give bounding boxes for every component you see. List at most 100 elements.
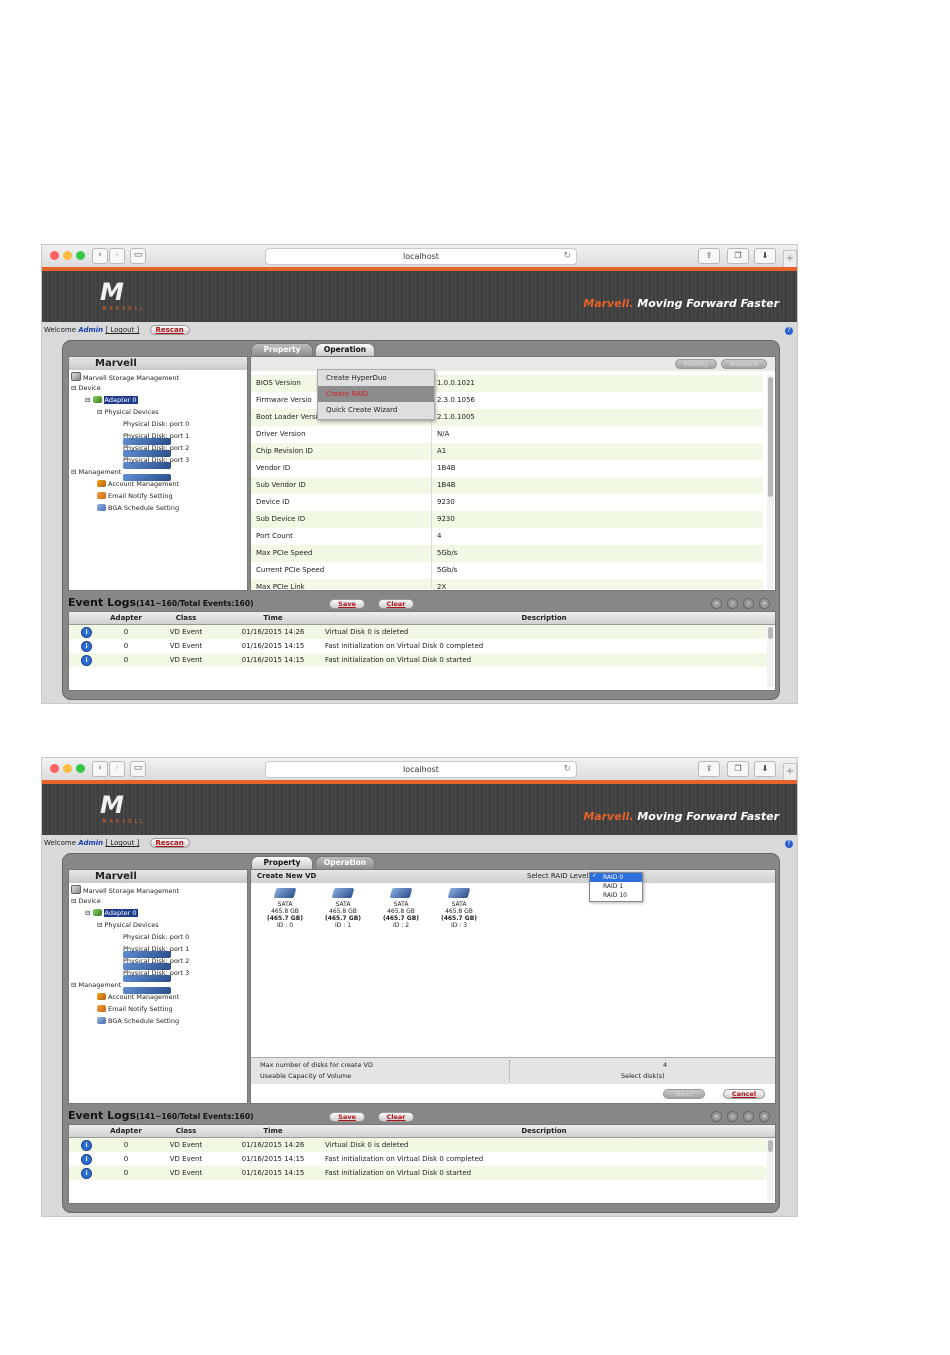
tree-disk-1[interactable]: Physical Disk: port 1 xyxy=(123,432,189,457)
tree-adapter[interactable]: ⊟ Adapter 0 xyxy=(85,396,138,404)
disk-tile-1[interactable]: SATA 465.8 GB (465.7 GB) ID : 1 xyxy=(319,888,367,929)
back-icon[interactable]: ‹ xyxy=(92,761,108,777)
share-icon[interactable]: ⇪ xyxy=(698,248,720,264)
next-page-icon[interactable]: › xyxy=(743,1111,754,1122)
reload-icon[interactable]: ↻ xyxy=(563,762,571,777)
property-scrollbar[interactable] xyxy=(767,375,774,589)
tree-bga[interactable]: BGA Schedule Setting xyxy=(97,1017,179,1025)
new-tab-icon[interactable]: + xyxy=(783,250,797,268)
tree-disk-0[interactable]: Physical Disk: port 0 xyxy=(123,933,189,958)
close-window-icon[interactable] xyxy=(50,251,59,260)
table-row[interactable]: i 0 VD Event 01/16/2015 14:15 Fast initializ… xyxy=(69,653,766,667)
tree-account[interactable]: Account Management xyxy=(97,480,179,488)
logout-link[interactable]: [ Logout ] xyxy=(105,326,139,334)
disk-tile-3[interactable]: SATA 465.8 GB (465.7 GB) ID : 3 xyxy=(435,888,483,929)
next-page-icon[interactable]: › xyxy=(743,598,754,609)
modify-button[interactable]: Modify xyxy=(675,359,717,369)
col-adapter[interactable]: Adapter xyxy=(107,612,145,624)
raid-level-dropdown[interactable]: RAID 0 RAID 1 RAID 10 xyxy=(589,872,643,902)
cancel-button[interactable]: Cancel xyxy=(723,1089,765,1099)
tree-device[interactable]: ⊟ Device xyxy=(71,897,101,905)
minimize-window-icon[interactable] xyxy=(63,251,72,260)
tree-disk-2[interactable]: Physical Disk: port 2 xyxy=(123,957,189,982)
save-button[interactable]: Save xyxy=(329,1112,365,1122)
zoom-window-icon[interactable] xyxy=(76,764,85,773)
close-window-icon[interactable] xyxy=(50,764,59,773)
rescan-button[interactable]: Rescan xyxy=(149,325,190,335)
tab-property[interactable]: Property xyxy=(251,856,313,870)
tree-adapter[interactable]: ⊟ Adapter 0 xyxy=(85,909,138,917)
col-class[interactable]: Class xyxy=(147,1125,225,1137)
tree-management[interactable]: ⊟ Management xyxy=(71,468,121,476)
prev-page-icon[interactable]: ‹ xyxy=(727,598,738,609)
zoom-window-icon[interactable] xyxy=(76,251,85,260)
back-icon[interactable]: ‹ xyxy=(92,248,108,264)
reload-icon[interactable]: ↻ xyxy=(563,249,571,264)
forward-icon[interactable]: › xyxy=(109,248,125,264)
raid-option-1[interactable]: RAID 1 xyxy=(590,882,642,891)
minimize-window-icon[interactable] xyxy=(63,764,72,773)
forward-icon[interactable]: › xyxy=(109,761,125,777)
table-row[interactable]: i 0 VD Event 01/16/2015 14:26 Virtual Disk 0… xyxy=(69,1138,766,1152)
event-log-scrollbar[interactable] xyxy=(767,625,774,687)
tree-disk-2[interactable]: Physical Disk: port 2 xyxy=(123,444,189,469)
raid-option-10[interactable]: RAID 10 xyxy=(590,891,642,900)
help-icon[interactable]: ? xyxy=(785,840,793,848)
tree-bga[interactable]: BGA Schedule Setting xyxy=(97,504,179,512)
tab-operation[interactable]: Operation xyxy=(315,343,375,357)
new-tab-icon[interactable]: + xyxy=(783,763,797,781)
menu-create-hyperduo[interactable]: Create HyperDuo xyxy=(318,370,434,386)
address-bar[interactable]: localhost ↻ xyxy=(265,761,577,778)
raid-option-0[interactable]: RAID 0 xyxy=(590,873,642,882)
col-class[interactable]: Class xyxy=(147,612,225,624)
col-time[interactable]: Time xyxy=(227,612,319,624)
tree-disk-3[interactable]: Physical Disk: port 3 xyxy=(123,969,189,994)
sidebar-icon[interactable]: ▭ xyxy=(130,248,146,264)
menu-create-raid[interactable]: Create RAID xyxy=(318,386,434,402)
tab-operation[interactable]: Operation xyxy=(315,856,375,870)
tree-physical-devices[interactable]: ⊟ Physical Devices xyxy=(97,408,159,416)
table-row[interactable]: i 0 VD Event 01/16/2015 14:26 Virtual Disk 0… xyxy=(69,625,766,639)
table-row[interactable]: i 0 VD Event 01/16/2015 14:15 Fast initializ… xyxy=(69,1152,766,1166)
tree-root[interactable]: Marvell Storage Management xyxy=(71,885,179,895)
tree-root[interactable]: Marvell Storage Management xyxy=(71,372,179,382)
help-icon[interactable]: ? xyxy=(785,327,793,335)
col-adapter[interactable]: Adapter xyxy=(107,1125,145,1137)
logout-link[interactable]: [ Logout ] xyxy=(105,839,139,847)
table-row[interactable]: i 0 VD Event 01/16/2015 14:15 Fast initializ… xyxy=(69,639,766,653)
sidebar-icon[interactable]: ▭ xyxy=(130,761,146,777)
menu-quick-create-wizard[interactable]: Quick Create Wizard xyxy=(318,402,434,418)
last-page-icon[interactable]: » xyxy=(759,598,770,609)
last-page-icon[interactable]: » xyxy=(759,1111,770,1122)
tree-email[interactable]: Email Notify Setting xyxy=(97,1005,173,1013)
tabs-icon[interactable]: ❐ xyxy=(727,248,749,264)
clear-button[interactable]: Clear xyxy=(378,1112,414,1122)
disk-tile-0[interactable]: SATA 465.8 GB (465.7 GB) ID : 0 xyxy=(261,888,309,929)
save-button[interactable]: Save xyxy=(329,599,365,609)
tree-email[interactable]: Email Notify Setting xyxy=(97,492,173,500)
download-icon[interactable]: ⬇ xyxy=(754,761,776,777)
tree-management[interactable]: ⊟ Management xyxy=(71,981,121,989)
scroll-thumb[interactable] xyxy=(768,377,773,497)
table-row[interactable]: i 0 VD Event 01/16/2015 14:15 Fast initializ… xyxy=(69,1166,766,1180)
rescan-button[interactable]: Rescan xyxy=(149,838,190,848)
first-page-icon[interactable]: « xyxy=(711,1111,722,1122)
tree-disk-0[interactable]: Physical Disk: port 0 xyxy=(123,420,189,445)
prev-page-icon[interactable]: ‹ xyxy=(727,1111,738,1122)
first-page-icon[interactable]: « xyxy=(711,598,722,609)
col-description[interactable]: Description xyxy=(321,1125,767,1137)
share-icon[interactable]: ⇪ xyxy=(698,761,720,777)
tabs-icon[interactable]: ❐ xyxy=(727,761,749,777)
tree-disk-3[interactable]: Physical Disk: port 3 xyxy=(123,456,189,481)
tree-account[interactable]: Account Management xyxy=(97,993,179,1001)
tab-property[interactable]: Property xyxy=(251,343,313,357)
disk-tile-2[interactable]: SATA 465.8 GB (465.7 GB) ID : 2 xyxy=(377,888,425,929)
tree-physical-devices[interactable]: ⊟ Physical Devices xyxy=(97,921,159,929)
next-button[interactable]: Next xyxy=(663,1089,705,1099)
tree-disk-1[interactable]: Physical Disk: port 1 xyxy=(123,945,189,970)
scroll-thumb[interactable] xyxy=(768,627,773,639)
restore-button[interactable]: Restore xyxy=(721,359,767,369)
event-log-scrollbar[interactable] xyxy=(767,1138,774,1200)
address-bar[interactable]: localhost ↻ xyxy=(265,248,577,265)
download-icon[interactable]: ⬇ xyxy=(754,248,776,264)
